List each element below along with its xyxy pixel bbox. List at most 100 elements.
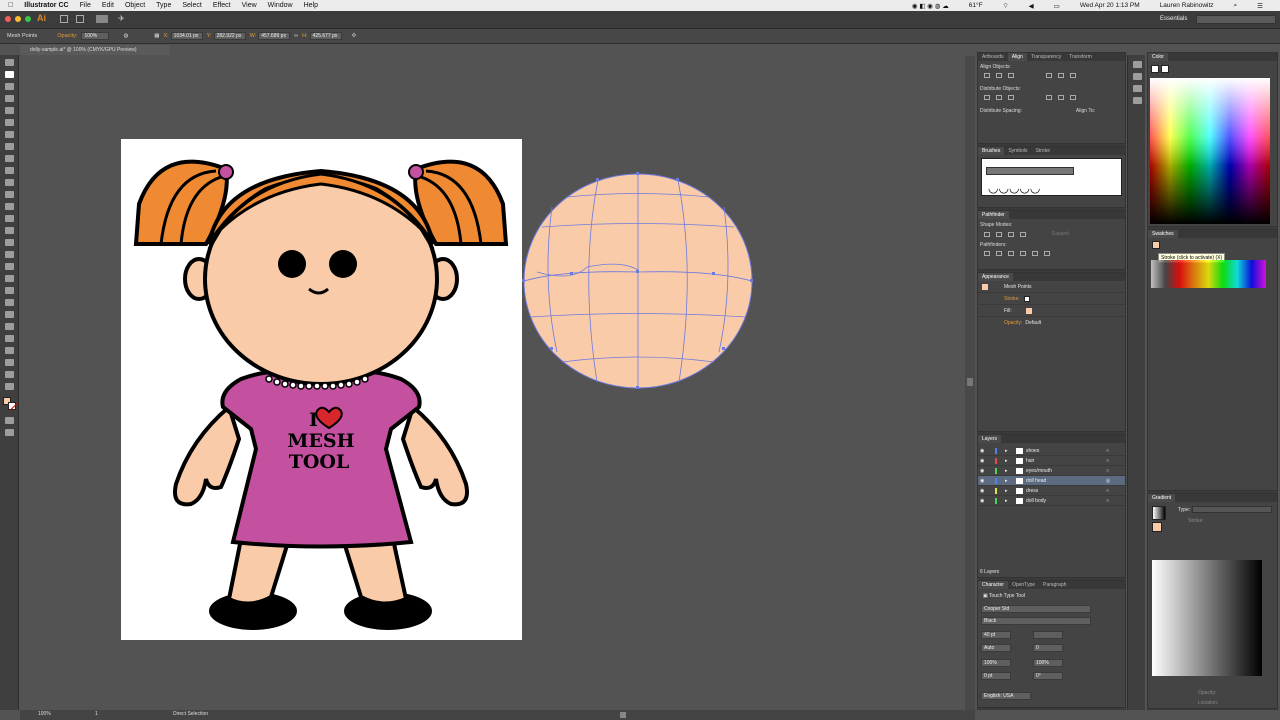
clock[interactable]: Wed Apr 20 1:13 PM bbox=[1080, 2, 1140, 9]
links-icon[interactable] bbox=[1133, 85, 1142, 92]
tab-paragraph[interactable]: Paragraph bbox=[1039, 581, 1070, 589]
appearance-fill-swatch[interactable] bbox=[1025, 307, 1032, 314]
expand-button[interactable]: Expand bbox=[1052, 231, 1069, 237]
gradient-type-select[interactable] bbox=[1192, 506, 1272, 513]
status-tool[interactable]: Direct Selection bbox=[173, 711, 208, 717]
swatches-fill-swatch[interactable] bbox=[1152, 241, 1160, 249]
brush-library-list[interactable]: ◡◡◡◡◡ bbox=[981, 158, 1122, 196]
divide-icon[interactable] bbox=[984, 251, 990, 256]
tab-transparency[interactable]: Transparency bbox=[1027, 53, 1065, 61]
outline-icon[interactable] bbox=[1032, 251, 1038, 256]
menu-edit[interactable]: Edit bbox=[102, 2, 114, 9]
gpu-rocket-icon[interactable]: ✈ bbox=[118, 14, 125, 23]
selection-tool-icon[interactable] bbox=[5, 59, 14, 66]
w-field[interactable]: 457.689 px bbox=[258, 32, 291, 40]
doll-artwork[interactable]: I MESH TOOL bbox=[121, 139, 522, 640]
tab-transform[interactable]: Transform bbox=[1065, 53, 1096, 61]
tab-stroke[interactable]: Stroke bbox=[1032, 147, 1054, 155]
tracking-field[interactable]: 0 bbox=[1033, 644, 1063, 652]
unite-icon[interactable] bbox=[984, 231, 990, 237]
swatch-grid[interactable] bbox=[1151, 260, 1266, 288]
intersect-icon[interactable] bbox=[1008, 231, 1014, 237]
pen-tool-icon[interactable] bbox=[5, 107, 14, 114]
screen-mode-icon[interactable] bbox=[5, 429, 14, 436]
layer-name[interactable]: shoes bbox=[1026, 446, 1039, 456]
zoom-window-button[interactable] bbox=[25, 16, 31, 22]
lasso-tool-icon[interactable] bbox=[5, 95, 14, 102]
weather-temp[interactable]: 61°F bbox=[969, 2, 983, 9]
paintbrush-tool-icon[interactable] bbox=[5, 167, 14, 174]
layer-name[interactable]: eyes/mouth bbox=[1026, 466, 1052, 476]
expand-arrow-icon[interactable]: ▸ bbox=[1005, 476, 1008, 486]
stroke-swatch[interactable] bbox=[8, 402, 18, 411]
layer-name[interactable]: hair bbox=[1026, 456, 1034, 466]
character-rotation-field[interactable]: 0° bbox=[1033, 672, 1063, 680]
properties-icon[interactable] bbox=[1133, 73, 1142, 80]
column-graph-tool-icon[interactable] bbox=[5, 335, 14, 342]
tab-align[interactable]: Align bbox=[1007, 53, 1027, 61]
tab-character[interactable]: Character bbox=[978, 581, 1008, 589]
menu-type[interactable]: Type bbox=[156, 2, 171, 9]
language-field[interactable]: English: USA bbox=[981, 692, 1031, 700]
spotlight-icon[interactable]: ⌕ bbox=[1234, 2, 1238, 10]
opacity-field[interactable]: 100% bbox=[81, 32, 110, 40]
y-field[interactable]: 282.922 px bbox=[213, 32, 246, 40]
curvature-tool-icon[interactable] bbox=[5, 119, 14, 126]
horizontal-scroll-thumb[interactable] bbox=[620, 712, 626, 718]
menu-object[interactable]: Object bbox=[125, 2, 145, 9]
expand-arrow-icon[interactable]: ▸ bbox=[1005, 446, 1008, 456]
app-menu[interactable]: Illustrator CC bbox=[24, 2, 68, 9]
horizontal-scale-field[interactable]: 100% bbox=[1033, 659, 1063, 667]
scallop-brush[interactable]: ◡◡◡◡◡ bbox=[988, 182, 1040, 194]
visibility-eye-icon[interactable]: ◉ bbox=[980, 486, 984, 496]
recolor-icon[interactable]: ◍ bbox=[123, 33, 128, 39]
layer-row[interactable]: ◉ ▸ eyes/mouth ○ bbox=[978, 466, 1125, 476]
target-icon[interactable]: ○ bbox=[1106, 496, 1109, 506]
color-stroke-swatch[interactable] bbox=[1151, 65, 1159, 73]
gradient-fill-swatch[interactable] bbox=[1152, 522, 1162, 532]
gradient-tool-icon[interactable] bbox=[5, 287, 14, 294]
line-tool-icon[interactable] bbox=[5, 143, 14, 150]
rectangle-tool-icon[interactable] bbox=[5, 155, 14, 162]
gradient-preview[interactable] bbox=[1152, 560, 1262, 676]
menu-effect[interactable]: Effect bbox=[213, 2, 231, 9]
vertical-scale-field[interactable]: 100% bbox=[981, 659, 1011, 667]
kerning-field[interactable]: Auto bbox=[981, 644, 1011, 652]
canvas-vertical-scrollbar[interactable] bbox=[965, 56, 975, 710]
scale-tool-icon[interactable] bbox=[5, 215, 14, 222]
target-icon[interactable]: ◎ bbox=[1106, 476, 1110, 486]
tab-opentype[interactable]: OpenType bbox=[1008, 581, 1039, 589]
pathfinder-title[interactable]: Pathfinder bbox=[978, 211, 1009, 219]
dist-right-icon[interactable] bbox=[1070, 95, 1076, 100]
document-tab[interactable]: dolly-sample.ai* @ 100% (CMYK/GPU Previe… bbox=[20, 45, 170, 55]
rotate-tool-icon[interactable] bbox=[5, 203, 14, 210]
tab-artboards[interactable]: Artboards bbox=[978, 53, 1008, 61]
visibility-eye-icon[interactable]: ◉ bbox=[980, 456, 984, 466]
x-field[interactable]: 1034.01 px bbox=[170, 32, 203, 40]
appearance-title[interactable]: Appearance bbox=[978, 273, 1013, 281]
zoom-level[interactable]: 100% bbox=[38, 711, 51, 717]
reference-point-icon[interactable]: ▦ bbox=[154, 33, 159, 39]
layers-title[interactable]: Layers bbox=[978, 435, 1002, 443]
constrain-link-icon[interactable]: ∞ bbox=[294, 33, 298, 39]
free-transform-tool-icon[interactable] bbox=[5, 239, 14, 246]
expand-arrow-icon[interactable]: ▸ bbox=[1005, 466, 1008, 476]
h-field[interactable]: 425.677 px bbox=[309, 32, 342, 40]
brush-pattern[interactable] bbox=[986, 167, 1074, 175]
shape-builder-tool-icon[interactable] bbox=[5, 251, 14, 258]
symbol-sprayer-tool-icon[interactable] bbox=[5, 323, 14, 330]
bridge-icon[interactable] bbox=[60, 15, 68, 23]
color-guide-icon[interactable] bbox=[1133, 97, 1142, 104]
crop-icon[interactable] bbox=[1020, 251, 1026, 256]
gradient-title[interactable]: Gradient bbox=[1148, 494, 1176, 502]
target-icon[interactable]: ○ bbox=[1106, 446, 1109, 456]
eyedropper-tool-icon[interactable] bbox=[5, 299, 14, 306]
expand-arrow-icon[interactable]: ▸ bbox=[1005, 486, 1008, 496]
trim-icon[interactable] bbox=[996, 251, 1002, 256]
layer-row[interactable]: ◉ ▸ shoes ○ bbox=[978, 446, 1125, 456]
font-family-field[interactable]: Cooper Std bbox=[981, 605, 1091, 613]
dist-bottom-icon[interactable] bbox=[1008, 95, 1014, 100]
visibility-eye-icon[interactable]: ◉ bbox=[980, 496, 984, 506]
mesh-tool-icon[interactable] bbox=[5, 275, 14, 282]
font-size-field[interactable]: 40 pt bbox=[981, 631, 1011, 639]
